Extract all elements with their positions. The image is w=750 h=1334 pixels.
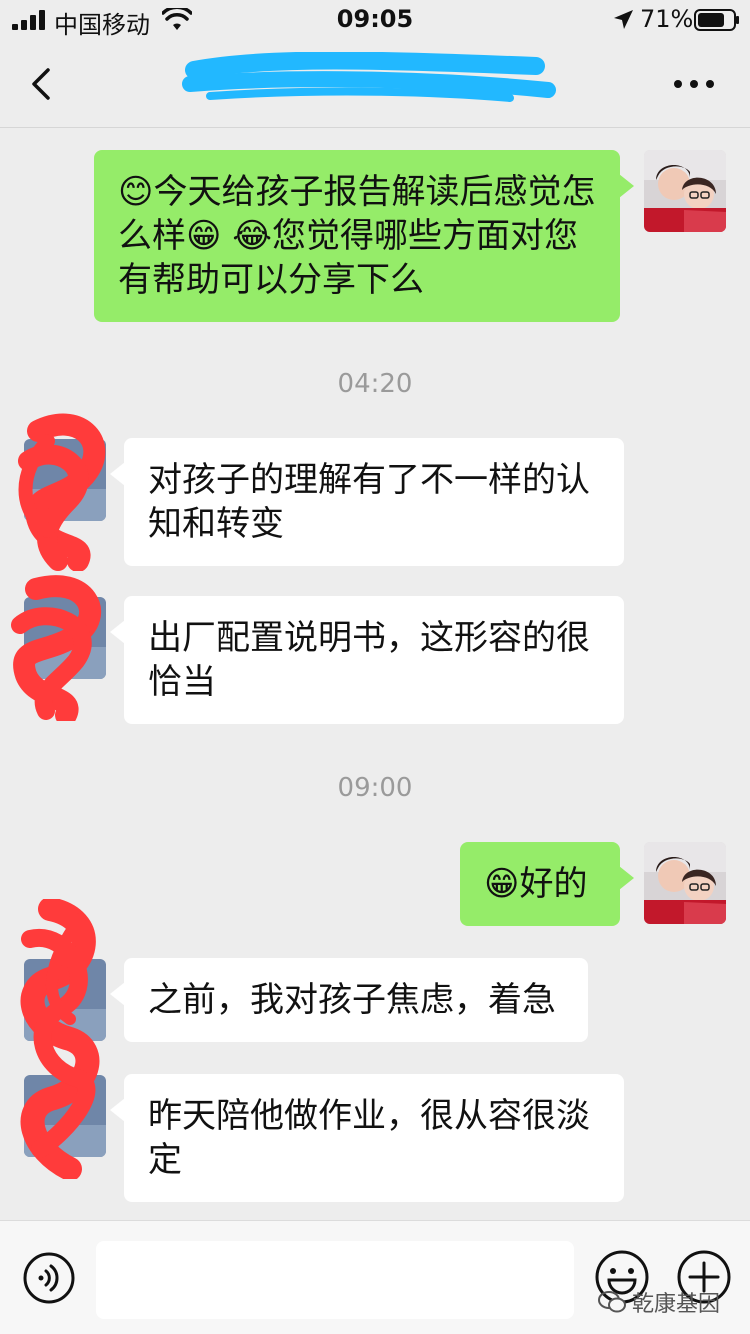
message-timestamp: 04:20	[337, 369, 413, 399]
chevron-left-icon[interactable]	[22, 64, 62, 104]
my-avatar[interactable]	[644, 842, 726, 924]
contact-avatar[interactable]	[24, 1075, 106, 1157]
title-redaction-scribble	[182, 52, 556, 102]
contact-avatar[interactable]	[24, 439, 106, 521]
received-message-bubble[interactable]: 对孩子的理解有了不一样的认知和转变	[110, 438, 624, 566]
avatar-photo	[24, 597, 106, 679]
message-input[interactable]	[96, 1241, 574, 1319]
watermark: 乾康基因	[598, 1286, 720, 1318]
received-message-bubble[interactable]: 昨天陪他做作业，很从容很淡定	[110, 1074, 624, 1202]
avatar-photo	[24, 959, 106, 1041]
location-arrow-icon	[614, 10, 633, 29]
battery-icon	[694, 9, 739, 31]
nav-bar	[0, 40, 750, 128]
avatar-photo	[644, 842, 726, 924]
sent-message-bubble[interactable]: 😁好的	[460, 842, 634, 926]
received-message-bubble[interactable]: 出厂配置说明书，这形容的很恰当	[110, 596, 624, 724]
contact-avatar[interactable]	[24, 597, 106, 679]
avatar-photo	[24, 1075, 106, 1157]
sent-message-bubble[interactable]: 😊今天给孩子报告解读后感觉怎么样😁 😂您觉得哪些方面对您有帮助可以分享下么	[94, 150, 634, 322]
avatar-photo	[644, 150, 726, 232]
contact-avatar[interactable]	[24, 959, 106, 1041]
my-avatar[interactable]	[644, 150, 726, 232]
chat-area[interactable]: 😊今天给孩子报告解读后感觉怎么样😁 😂您觉得哪些方面对您有帮助可以分享下么 04…	[0, 129, 750, 1220]
avatar-photo	[24, 439, 106, 521]
ellipsis-icon[interactable]	[666, 68, 722, 100]
status-bar: 中国移动 09:05 71%	[0, 0, 750, 40]
battery-percent: 71%	[640, 5, 694, 33]
status-time: 09:05	[336, 5, 414, 33]
message-timestamp: 09:00	[337, 773, 413, 803]
received-message-bubble[interactable]: 之前，我对孩子焦虑，着急	[110, 958, 588, 1042]
wechat-logo-icon	[598, 1291, 626, 1313]
voice-icon[interactable]	[22, 1251, 76, 1305]
watermark-text: 乾康基因	[632, 1292, 721, 1317]
